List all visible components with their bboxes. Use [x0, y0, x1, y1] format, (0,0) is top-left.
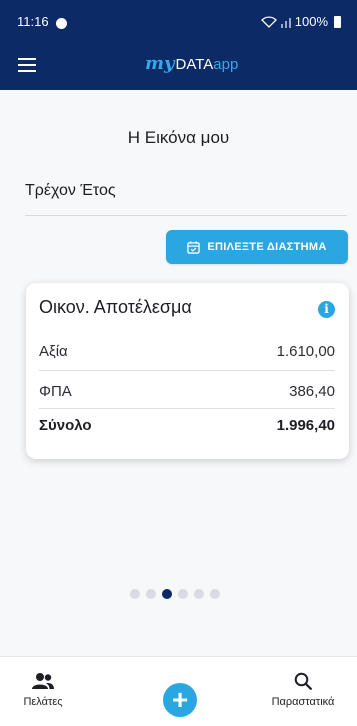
- page-dot[interactable]: [146, 589, 156, 599]
- bottom-nav: Πελάτες + Παραστατικά: [0, 656, 357, 726]
- logo-app: app: [213, 56, 239, 73]
- hamburger-line: [18, 70, 36, 72]
- card-title: Οικον. Αποτέλεσμα: [39, 297, 192, 317]
- status-time: 11:16: [17, 14, 49, 29]
- users-icon: [32, 673, 54, 689]
- notification-dot-icon: [56, 18, 67, 29]
- menu-button[interactable]: [18, 58, 38, 74]
- hamburger-line: [18, 58, 36, 60]
- page-dot[interactable]: [194, 589, 204, 599]
- select-period-label: ΕΠΙΛΕΞΤΕ ΔΙΑΣΤΗΜΑ: [207, 241, 327, 253]
- app-header: 11:16 100% my DATA app: [0, 0, 357, 90]
- page-dot[interactable]: [178, 589, 188, 599]
- nav-invoices[interactable]: Παραστατικά: [258, 672, 348, 708]
- row-value: 386,40: [289, 382, 335, 400]
- row-label: Αξία: [39, 342, 68, 360]
- wifi-icon: [260, 15, 277, 28]
- info-icon[interactable]: i: [318, 301, 335, 318]
- page-dot[interactable]: [130, 589, 140, 599]
- pagination-dots: [130, 589, 220, 599]
- logo-data: DATA: [175, 56, 214, 73]
- app-logo: my DATA app: [145, 53, 238, 77]
- battery-percent: 100%: [294, 14, 328, 29]
- divider: [25, 215, 347, 216]
- battery-icon: [334, 15, 341, 28]
- search-icon: [294, 672, 312, 690]
- nav-customers-label: Πελάτες: [23, 696, 63, 708]
- page-title: Η Εικόνα μου: [127, 128, 230, 147]
- nav-invoices-label: Παραστατικά: [271, 696, 335, 708]
- calendar-icon: [187, 240, 201, 254]
- financial-result-card: Οικον. Αποτέλεσμα i Αξία 1.610,00 ΦΠΑ 38…: [26, 283, 349, 459]
- add-button[interactable]: +: [163, 683, 197, 717]
- status-bar: 11:16 100%: [0, 14, 357, 34]
- logo-my: my: [145, 53, 175, 74]
- page-dot[interactable]: [210, 589, 220, 599]
- row-value: 1.610,00: [276, 342, 335, 360]
- card-row: Αξία 1.610,00: [39, 331, 335, 371]
- row-value: 1.996,40: [276, 416, 335, 434]
- card-row-total: Σύνολο 1.996,40: [39, 405, 335, 445]
- status-indicators: 100%: [260, 14, 341, 29]
- row-label: Σύνολο: [39, 416, 92, 434]
- nav-customers[interactable]: Πελάτες: [18, 672, 68, 708]
- page-dot-active[interactable]: [162, 589, 172, 599]
- hamburger-line: [18, 64, 36, 66]
- period-label: Τρέχον Έτος: [25, 182, 116, 199]
- signal-icon: [280, 17, 291, 28]
- select-period-button[interactable]: ΕΠΙΛΕΞΤΕ ΔΙΑΣΤΗΜΑ: [166, 230, 348, 264]
- row-label: ΦΠΑ: [39, 382, 72, 400]
